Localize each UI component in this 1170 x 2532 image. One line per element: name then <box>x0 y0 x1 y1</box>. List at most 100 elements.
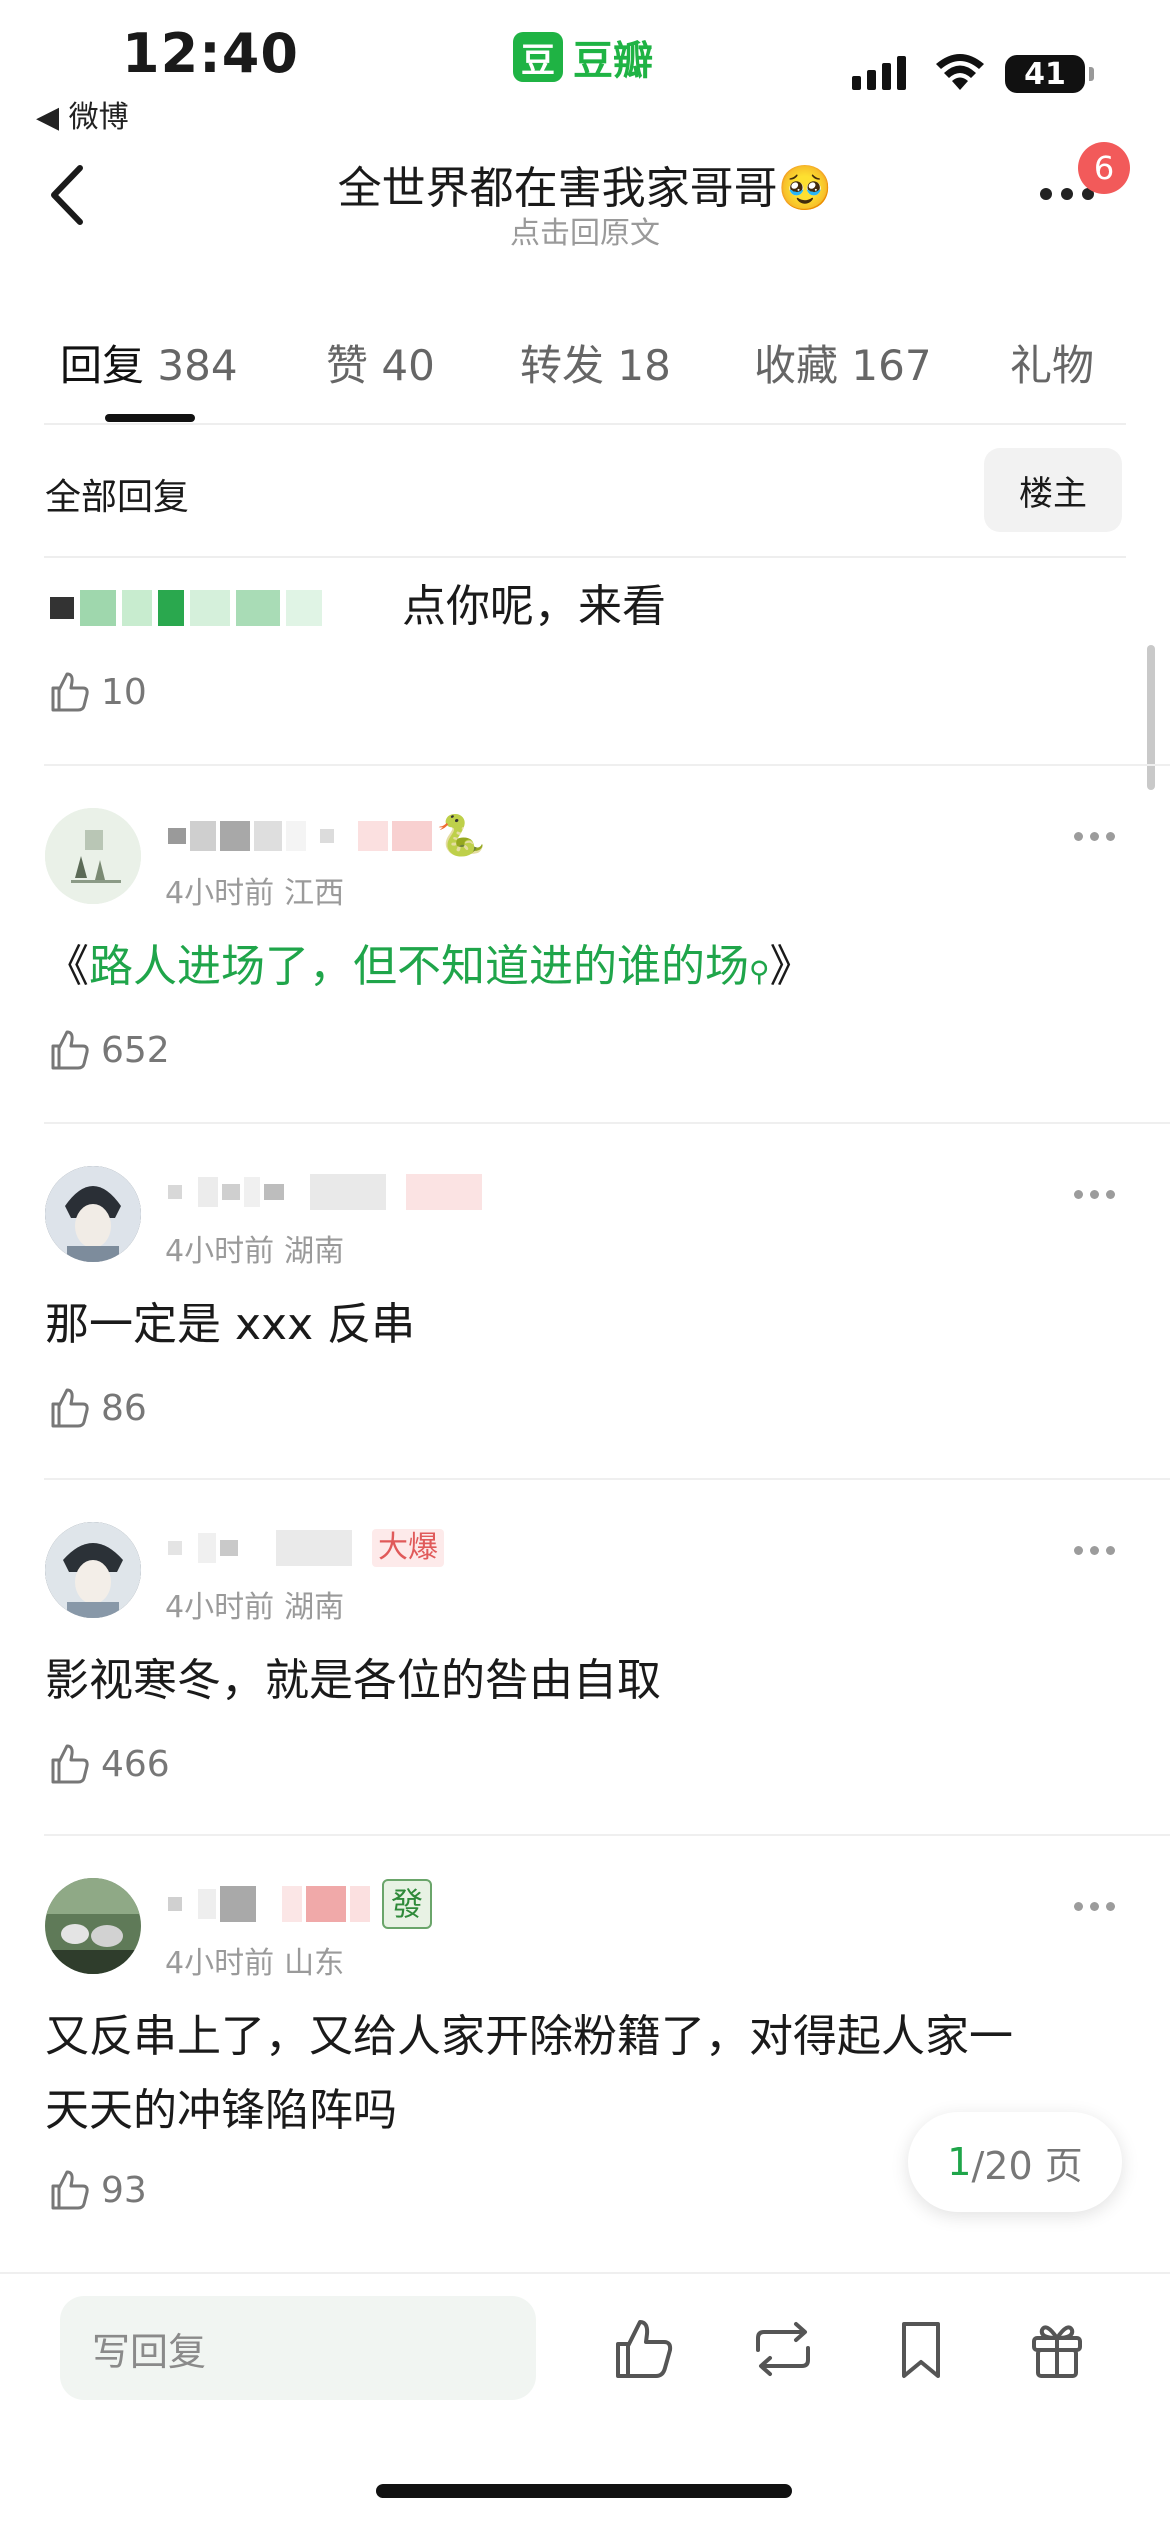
tab-label: 回复 <box>60 341 145 390</box>
divider <box>44 1478 1170 1480</box>
comment-more-button[interactable] <box>1074 1190 1115 1199</box>
tab-reposts[interactable]: 转发 18 <box>520 332 671 393</box>
tab-gifts[interactable]: 礼物 <box>1010 332 1094 393</box>
post-title[interactable]: 全世界都在害我家哥哥🥹 <box>0 152 1170 216</box>
divider <box>44 1122 1170 1124</box>
snake-emoji-icon: 🐍 <box>436 813 486 859</box>
avatar[interactable] <box>45 1522 141 1618</box>
search-icon[interactable]: ⚲ <box>749 955 770 988</box>
comment-text: 点你呢，来看 <box>402 581 666 632</box>
level-badge: 大爆 <box>372 1529 444 1567</box>
comment-time: 4小时前 <box>165 1234 275 1269</box>
blurred-mention <box>50 590 322 626</box>
tab-label: 转发 <box>520 341 605 390</box>
like-count: 86 <box>101 1387 147 1429</box>
comment-location: 江西 <box>284 876 345 911</box>
status-bar: 12:40 ◀ 微博 豆 豆瓣 41 <box>0 0 1170 135</box>
page-indicator[interactable]: 1/20 页 <box>908 2112 1122 2212</box>
repost-icon[interactable] <box>748 2314 818 2384</box>
nav-bar: 全世界都在害我家哥哥🥹 点击回原文 6 <box>0 130 1170 260</box>
like-button[interactable]: 466 <box>45 1740 170 1788</box>
tab-count: 40 <box>381 341 435 390</box>
comment-meta: 4小时前 山东 <box>165 1938 344 1982</box>
comment-search-link[interactable]: 路人进场了，但不知道进的谁的场 <box>89 941 749 992</box>
battery-indicator: 41 <box>1005 55 1094 93</box>
bookmark-icon[interactable] <box>886 2314 956 2384</box>
active-tab-indicator <box>105 414 195 422</box>
like-button[interactable]: 93 <box>45 2166 147 2214</box>
wifi-icon <box>936 54 984 90</box>
tab-label: 收藏 <box>754 341 839 390</box>
thumbs-up-icon <box>51 2170 89 2210</box>
comment-text: 那一定是 xxx 反串 <box>45 1299 416 1350</box>
thumbs-up-icon <box>51 1030 89 1070</box>
comment-location: 湖南 <box>284 1590 345 1625</box>
op-only-button[interactable]: 楼主 <box>984 448 1122 532</box>
quote-close: 》 <box>769 941 814 992</box>
tab-count: 18 <box>617 341 671 390</box>
comment-meta: 4小时前 湖南 <box>165 1582 344 1626</box>
tab-count: 167 <box>851 341 932 390</box>
like-icon[interactable] <box>608 2314 678 2384</box>
divider <box>44 1834 1170 1836</box>
avatar[interactable] <box>45 1878 141 1974</box>
tab-favorites[interactable]: 收藏 167 <box>754 332 932 393</box>
like-count: 10 <box>101 671 147 713</box>
bottom-bar: 写回复 <box>0 2272 1170 2532</box>
like-button[interactable]: 86 <box>45 1384 147 1432</box>
current-page: 1 <box>947 2140 972 2184</box>
notification-badge: 6 <box>1078 142 1130 194</box>
comment-time: 4小时前 <box>165 1946 275 1981</box>
home-indicator[interactable] <box>376 2484 792 2498</box>
avatar[interactable] <box>45 1166 141 1262</box>
comment-location: 山东 <box>284 1946 345 1981</box>
filter-row: 全部回复 楼主 <box>0 448 1170 534</box>
tab-likes[interactable]: 赞 40 <box>326 332 435 393</box>
avatar[interactable] <box>45 808 141 904</box>
username-blurred[interactable] <box>168 1172 482 1212</box>
comment-more-button[interactable] <box>1074 1546 1115 1555</box>
comment-text: 《路人进场了，但不知道进的谁的场⚲》 <box>45 930 1105 1009</box>
thumbs-up-icon <box>51 1744 89 1784</box>
app-logo-icon: 豆 <box>513 32 563 82</box>
comment-location: 湖南 <box>284 1234 345 1269</box>
tab-count: 384 <box>157 341 238 390</box>
app-name: 豆瓣 <box>573 38 653 84</box>
comment-meta: 4小时前 江西 <box>165 868 344 912</box>
thumbs-up-icon <box>51 672 89 712</box>
tab-label: 赞 <box>326 341 369 390</box>
like-count: 466 <box>101 1743 170 1785</box>
mahjong-tile-icon: 發 <box>382 1879 432 1929</box>
like-count: 93 <box>101 2169 147 2211</box>
comment-text: 影视寒冬，就是各位的咎由自取 <box>45 1655 661 1706</box>
thumbs-up-icon <box>51 1388 89 1428</box>
all-replies-label[interactable]: 全部回复 <box>45 468 189 520</box>
username-blurred[interactable]: 大爆 <box>168 1528 444 1568</box>
app-badge: 豆 豆瓣 <box>513 28 653 86</box>
divider <box>44 764 1170 766</box>
status-time: 12:40 <box>122 22 299 85</box>
username-blurred[interactable]: 🐍 <box>168 813 486 859</box>
quote-open: 《 <box>45 941 89 992</box>
comment-text-line: 又反串上了，又给人家开除粉籍了，对得起人家一 <box>45 2011 1013 2062</box>
comment-time: 4小时前 <box>165 876 275 911</box>
comment-meta: 4小时前 湖南 <box>165 1226 344 1270</box>
comment-more-button[interactable] <box>1074 832 1115 841</box>
cellular-signal-icon <box>852 56 906 90</box>
like-count: 652 <box>101 1029 170 1071</box>
username-blurred[interactable]: 發 <box>168 1879 432 1929</box>
divider <box>44 556 1126 558</box>
divider <box>44 423 1126 425</box>
comment-more-button[interactable] <box>1074 1902 1115 1911</box>
like-button[interactable]: 10 <box>45 668 147 716</box>
like-button[interactable]: 652 <box>45 1026 170 1074</box>
gift-icon[interactable] <box>1022 2314 1092 2384</box>
scrollbar[interactable] <box>1147 645 1155 790</box>
back-to-original-link[interactable]: 点击回原文 <box>0 208 1170 252</box>
reply-input[interactable]: 写回复 <box>60 2296 536 2400</box>
comment-time: 4小时前 <box>165 1590 275 1625</box>
tab-label: 礼物 <box>1010 341 1095 390</box>
total-pages: /20 页 <box>971 2143 1083 2188</box>
tab-replies[interactable]: 回复 384 <box>60 332 238 393</box>
tab-bar: 回复 384 赞 40 转发 18 收藏 167 礼物 <box>0 320 1170 424</box>
